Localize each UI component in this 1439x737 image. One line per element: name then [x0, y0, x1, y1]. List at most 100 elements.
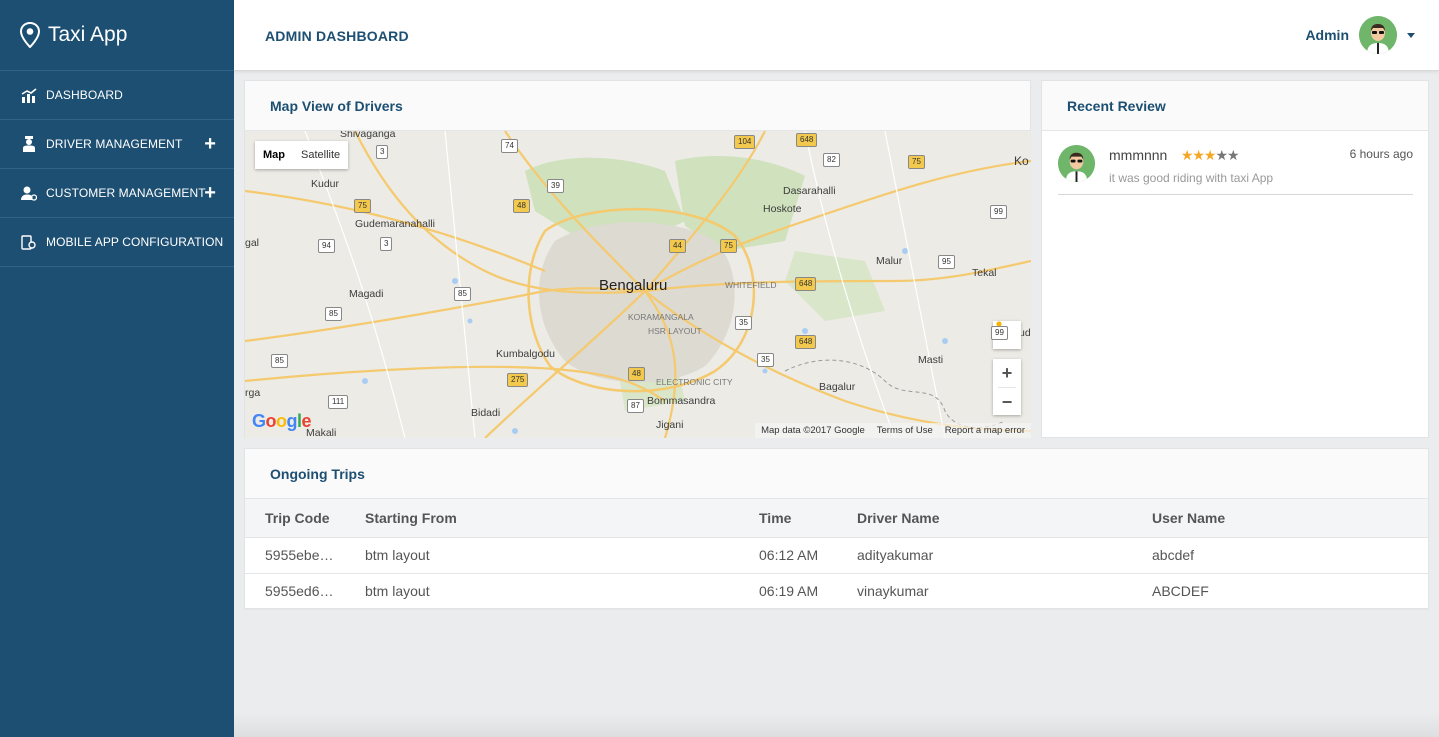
map-data-text: Map data ©2017 Google	[761, 425, 865, 436]
table-header-row: Trip Code Starting From Time Driver Name…	[245, 499, 1428, 538]
driver-name-cell: vinaykumar	[837, 573, 1132, 610]
map-place-label: Masti	[918, 354, 944, 366]
highway-shield: 44	[669, 239, 686, 253]
column-header[interactable]: Driver Name	[837, 499, 1132, 538]
review-comment: it was good riding with taxi App	[1109, 171, 1274, 185]
starting-from-cell: btm layout	[345, 537, 739, 574]
avatar	[1058, 145, 1095, 182]
sidebar-item-customer-management[interactable]: CUSTOMER MANAGEMENT +	[0, 169, 234, 218]
column-header[interactable]: Trip Code	[245, 499, 345, 538]
chevron-down-icon[interactable]	[1407, 32, 1415, 38]
trips-panel: Ongoing Trips Trip Code Starting From Ti…	[244, 448, 1429, 610]
map-place-label: Hoskote	[763, 203, 802, 215]
map-type-control: Map Satellite	[255, 141, 349, 169]
highway-shield: 85	[271, 354, 288, 368]
highway-shield: 74	[501, 139, 518, 153]
highway-shield: 3	[380, 237, 393, 251]
highway-shield: 35	[757, 353, 774, 367]
expand-plus-icon[interactable]: +	[204, 183, 216, 203]
star-empty-icon: ★★	[1215, 147, 1239, 163]
star-rating: ★★★★★	[1180, 147, 1240, 163]
reviewer-name: mmmnnn	[1109, 147, 1168, 163]
chart-icon	[20, 87, 37, 104]
sidebar-item-mobile-app-configuration[interactable]: MOBILE APP CONFIGURATION	[0, 218, 234, 267]
highway-shield: 95	[938, 255, 955, 269]
map-panel-title: Map View of Drivers	[245, 81, 1030, 131]
map-place-label: WHITEFIELD	[725, 280, 777, 290]
highway-shield: 648	[795, 335, 817, 349]
highway-shield: 99	[990, 205, 1007, 219]
column-header[interactable]: Starting From	[345, 499, 739, 538]
drivers-map[interactable]: Shivaganga Kudur Gudemaranahalli Magadi …	[245, 131, 1031, 438]
sidebar-item-driver-management[interactable]: DRIVER MANAGEMENT +	[0, 120, 234, 169]
review-body: mmmnnn ★★★★★ it was good riding with tax…	[1109, 147, 1413, 194]
highway-shield: 75	[720, 239, 737, 253]
map-city-label: Bengaluru	[599, 277, 668, 294]
highway-shield: 648	[796, 133, 818, 147]
avatar[interactable]	[1359, 16, 1397, 54]
time-cell: 06:12 AM	[739, 537, 837, 574]
highway-shield: 48	[513, 199, 530, 213]
customer-icon	[20, 185, 37, 202]
highway-shield: 275	[507, 373, 529, 387]
column-header[interactable]: User Name	[1132, 499, 1428, 538]
map-place-label: Kumbalgodu	[496, 348, 555, 360]
sidebar-item-label: CUSTOMER MANAGEMENT	[46, 186, 206, 200]
bottom-shade	[234, 713, 1439, 737]
highway-shield: 104	[734, 135, 756, 149]
table-row[interactable]: 5955ebe… btm layout 06:12 AM adityakumar…	[245, 537, 1428, 574]
zoom-out-button[interactable]: −	[993, 388, 1021, 415]
highway-shield: 87	[627, 399, 644, 413]
star-icon: ★★★	[1180, 147, 1217, 163]
terms-of-use-link[interactable]: Terms of Use	[877, 425, 933, 436]
trip-code-cell: 5955ebe…	[245, 537, 345, 574]
map-place-label: HSR LAYOUT	[648, 326, 702, 336]
review-panel: Recent Review mmmnnn ★★★★★ it was good r…	[1041, 80, 1429, 438]
highway-shield: 111	[328, 395, 349, 409]
map-panel: Map View of Drivers Shivaganga Kudur Gud…	[244, 80, 1031, 438]
column-header[interactable]: Time	[739, 499, 837, 538]
brand[interactable]: Taxi App	[0, 0, 234, 71]
zoom-in-button[interactable]: +	[993, 359, 1021, 387]
trips-panel-title: Ongoing Trips	[245, 449, 1428, 499]
sidebar-item-dashboard[interactable]: DASHBOARD	[0, 71, 234, 120]
top-header: ADMIN DASHBOARD Admin	[234, 0, 1439, 71]
review-panel-title: Recent Review	[1042, 81, 1428, 131]
report-map-error-link[interactable]: Report a map error	[945, 425, 1025, 436]
map-place-label: Jigani	[656, 419, 684, 431]
table-row[interactable]: 5955ed6… btm layout 06:19 AM vinaykumar …	[245, 573, 1428, 610]
expand-plus-icon[interactable]: +	[204, 134, 216, 154]
location-pin-icon	[20, 22, 40, 48]
highway-shield: 85	[454, 287, 471, 301]
sidebar-item-label: MOBILE APP CONFIGURATION	[46, 235, 224, 249]
highway-shield: 94	[318, 239, 335, 253]
mobile-config-icon	[20, 234, 37, 251]
time-cell: 06:19 AM	[739, 573, 837, 610]
map-place-label: Tekal	[972, 267, 997, 279]
map-type-satellite-button[interactable]: Satellite	[293, 141, 348, 169]
review-item[interactable]: mmmnnn ★★★★★ it was good riding with tax…	[1058, 145, 1413, 195]
driver-name-cell: adityakumar	[837, 537, 1132, 574]
map-place-label: gal	[245, 237, 260, 249]
trips-table: Trip Code Starting From Time Driver Name…	[245, 499, 1428, 610]
google-logo[interactable]: Google	[252, 411, 312, 432]
user-name-cell: abcdef	[1132, 537, 1428, 574]
map-place-label: Dasarahalli	[783, 185, 836, 197]
user-menu[interactable]: Admin	[1305, 16, 1415, 54]
highway-shield: 35	[735, 316, 752, 330]
zoom-control: + −	[993, 359, 1021, 415]
highway-shield: 85	[325, 307, 342, 321]
highway-shield: 39	[547, 179, 564, 193]
map-place-label: Malur	[876, 255, 903, 267]
starting-from-cell: btm layout	[345, 573, 739, 610]
driver-icon	[20, 136, 37, 153]
map-place-label: Bommasandra	[647, 395, 716, 407]
map-place-label: Ko	[1014, 154, 1029, 168]
map-place-label: Bagalur	[819, 381, 856, 393]
map-place-label: Kudur	[311, 178, 340, 190]
sidebar-item-label: DASHBOARD	[46, 88, 123, 102]
highway-shield: 48	[628, 367, 645, 381]
map-place-label: Shivaganga	[340, 131, 396, 140]
highway-shield: 3	[376, 145, 389, 159]
map-type-map-button[interactable]: Map	[255, 141, 293, 169]
